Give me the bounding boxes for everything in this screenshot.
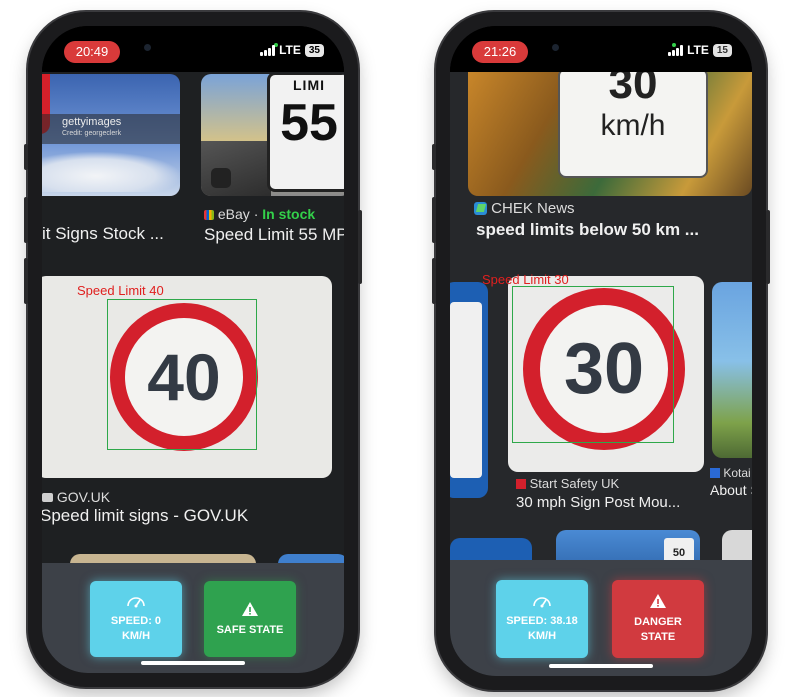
network-label: LTE — [687, 43, 709, 57]
result-source: CHEK News — [491, 200, 575, 217]
status-bar: 20:49 LTE 35 — [42, 26, 344, 72]
detection-label: Speed Limit 40 — [77, 283, 164, 298]
image-result-card[interactable]: LIMI 55 — [201, 74, 344, 196]
result-source-line: GOV.UK — [42, 489, 110, 505]
result-source: Kotai — [723, 466, 751, 480]
status-time: 20:49 — [64, 41, 120, 63]
result-title[interactable]: About S — [710, 482, 752, 498]
result-source-line: Kotai — [710, 466, 751, 480]
result-source: Start Safety UK — [529, 476, 620, 491]
speed-55-sign: LIMI 55 — [267, 74, 344, 192]
detection-box — [512, 286, 674, 443]
speedometer-icon — [533, 597, 551, 608]
sign-fragment — [450, 302, 482, 478]
camera-icon — [144, 44, 151, 51]
result-source-line: CHEK News — [474, 200, 575, 217]
speed-label: SPEED: 0 KM/H — [110, 615, 162, 642]
start-safety-icon — [516, 479, 526, 489]
dynamic-island — [556, 35, 646, 57]
signal-icon — [668, 44, 684, 56]
crown-icon — [42, 493, 53, 502]
result-title[interactable]: 30 mph Sign Post Mou... — [516, 494, 680, 511]
battery-icon: 35 — [304, 43, 324, 57]
speedometer-icon — [127, 597, 145, 608]
result-title[interactable]: Speed limit signs - GOV.UK — [42, 506, 248, 526]
image-result-card[interactable]: gettyimages Credit: georgeclerk — [42, 74, 180, 196]
speed-30-kmh-sign: 30 km/h — [558, 72, 708, 178]
ebay-icon — [204, 210, 214, 220]
image-result-card[interactable]: 30 km/h — [468, 72, 752, 196]
warning-icon — [242, 601, 258, 616]
result-source-line: Start Safety UK — [516, 476, 619, 491]
camera-icon — [552, 44, 559, 51]
result-title[interactable]: Speed Limit 55 MP — [204, 225, 344, 245]
status-time: 21:26 — [472, 41, 528, 63]
screen-right: 21:26 LTE 15 30 km/h CHEK News speed lim… — [450, 26, 752, 676]
image-result-card[interactable] — [450, 282, 488, 498]
phone-left: 20:49 LTE 35 gettyimages Credit: georgec… — [24, 12, 362, 687]
sign-number: 30 — [608, 72, 658, 108]
network-label: LTE — [279, 43, 301, 57]
cloud-shape — [42, 152, 180, 192]
image-result-card[interactable] — [712, 282, 752, 458]
control-bar: SPEED: 0 KM/H SAFE STATE — [42, 563, 344, 673]
status-bar: 21:26 LTE 15 — [450, 26, 752, 72]
phone-right: 21:26 LTE 15 30 km/h CHEK News speed lim… — [432, 12, 770, 690]
state-button[interactable]: DANGER STATE — [612, 580, 704, 658]
warning-icon — [650, 594, 666, 608]
speed-button[interactable]: SPEED: 38.18 KM/H — [496, 580, 588, 658]
control-bar: SPEED: 38.18 KM/H DANGER STATE — [450, 560, 752, 676]
result-source-line: eBay · In stock — [204, 206, 315, 222]
state-button[interactable]: SAFE STATE — [204, 581, 296, 657]
result-source: eBay — [217, 206, 250, 222]
kotai-icon — [710, 468, 720, 478]
getty-watermark: gettyimages — [62, 116, 122, 128]
state-label: SAFE STATE — [216, 623, 284, 636]
battery-icon: 15 — [712, 43, 732, 57]
camera-feed: gettyimages Credit: georgeclerk LIMI 55 … — [42, 72, 344, 673]
sign-number: 55 — [280, 94, 338, 152]
source-separator: · — [253, 206, 259, 222]
home-indicator[interactable] — [549, 664, 653, 668]
result-title[interactable]: speed limits below 50 km ... — [476, 220, 699, 240]
detection-label: Speed Limit 30 — [482, 272, 569, 287]
state-label: DANGER STATE — [634, 616, 682, 643]
stock-badge: In stock — [262, 206, 316, 222]
speed-button[interactable]: SPEED: 0 KM/H — [90, 581, 182, 657]
home-indicator[interactable] — [141, 661, 245, 665]
getty-credit: Credit: georgeclerk — [62, 130, 122, 137]
speed-label: SPEED: 38.18 KM/H — [506, 615, 578, 642]
result-title[interactable]: it Signs Stock ... — [42, 224, 164, 244]
sign-text-partial: LIMI — [293, 77, 325, 93]
screen-left: 20:49 LTE 35 gettyimages Credit: georgec… — [42, 26, 344, 673]
camera-feed: 30 km/h CHEK News speed limits below 50 … — [450, 72, 752, 676]
tag-icon — [211, 168, 231, 188]
signal-icon — [260, 44, 276, 56]
sign-unit: km/h — [600, 109, 666, 142]
dynamic-island — [148, 35, 238, 57]
detection-box — [107, 299, 257, 450]
chek-news-icon — [474, 202, 487, 215]
result-source: GOV.UK — [56, 489, 111, 505]
